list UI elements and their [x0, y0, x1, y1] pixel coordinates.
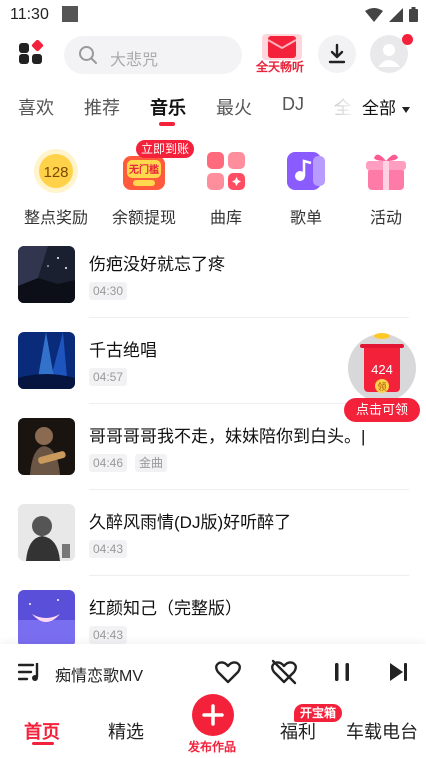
publish-button[interactable] — [192, 694, 234, 736]
top-bar: 大悲咒 全天畅听 — [0, 32, 426, 76]
bottom-nav: 首页 精选 发布作品 福利 开宝箱 车载电台 — [0, 694, 426, 758]
category-tabs: 喜欢 推荐 音乐 最火 DJ 全 全部 — [0, 88, 426, 128]
publish-label[interactable]: 发布作品 — [188, 738, 236, 755]
song-duration: 04:57 — [89, 368, 128, 386]
battery-icon — [409, 7, 418, 22]
all-categories-label: 全部 — [362, 99, 396, 118]
instant-arrival-badge: 立即到账 — [136, 140, 195, 158]
gift-icon — [366, 154, 406, 190]
song-duration: 04:43 — [89, 626, 128, 644]
tab-hottest[interactable]: 最火 — [216, 94, 252, 120]
song-tag: 金曲 — [135, 454, 168, 472]
song-row[interactable]: 哥哥哥哥我不走，妹妹陪你到白头。| 04:46 金曲 — [0, 412, 426, 496]
all-categories-button[interactable]: 全部 — [358, 94, 411, 119]
notification-dot — [402, 34, 413, 45]
quick-action-label: 余额提现 — [111, 210, 176, 227]
tabs-fade — [328, 88, 358, 128]
tab-dj[interactable]: DJ — [282, 94, 304, 115]
song-title: 伤疤没好就忘了疼 — [89, 255, 225, 274]
coin-128-icon: 128 — [34, 149, 78, 193]
promo-label: 全天畅听 — [256, 60, 305, 74]
skip-next-icon[interactable] — [384, 658, 412, 686]
signal-icon — [389, 7, 403, 22]
open-treasure-badge: 开宝箱 — [294, 704, 343, 722]
mini-player[interactable]: 痴情恋歌MV — [0, 644, 426, 700]
search-placeholder: 大悲咒 — [110, 52, 159, 69]
song-title: 红颜知己（完整版） — [89, 599, 242, 618]
download-icon — [328, 43, 346, 64]
status-bar: 11:30 — [0, 0, 426, 30]
song-row[interactable]: 久醉风雨情(DJ版)好听醉了 04:43 — [0, 498, 426, 582]
red-packet-coin-label: 领 — [377, 381, 386, 392]
plus-icon — [202, 704, 224, 726]
nav-active-indicator — [32, 742, 54, 745]
row-divider — [89, 317, 409, 318]
search-icon — [79, 46, 97, 64]
claim-button[interactable]: 点击可领 — [344, 398, 420, 422]
tab-likes[interactable]: 喜欢 — [18, 94, 54, 120]
coin-amount: 128 — [43, 164, 68, 181]
notification-icon — [62, 6, 78, 22]
caret-down-icon — [401, 107, 410, 113]
now-playing-title: 痴情恋歌MV — [55, 668, 144, 685]
status-time: 11:30 — [10, 6, 49, 23]
nav-home[interactable]: 首页 — [24, 718, 60, 744]
red-envelope-icon — [262, 34, 302, 60]
all-day-listen-promo[interactable]: 全天畅听 — [254, 32, 310, 76]
row-divider — [89, 489, 409, 490]
tab-recommend[interactable]: 推荐 — [84, 94, 120, 120]
row-divider — [89, 575, 409, 576]
wifi-icon — [365, 7, 383, 22]
song-row[interactable]: 伤疤没好就忘了疼 04:30 — [0, 240, 426, 324]
song-duration: 04:46 — [89, 454, 128, 472]
active-tab-indicator — [159, 122, 175, 126]
quick-action-label: 整点奖励 — [23, 210, 88, 227]
heart-icon[interactable] — [214, 658, 242, 686]
quick-action-label: 曲库 — [209, 210, 242, 227]
red-packet-amount: 424 — [371, 362, 393, 377]
song-cover — [18, 332, 75, 389]
song-duration: 04:30 — [89, 282, 128, 300]
song-cover — [18, 418, 75, 475]
withdraw-icon-text: 无门槛 — [128, 163, 159, 176]
tab-music[interactable]: 音乐 — [150, 94, 186, 120]
song-cover — [18, 590, 75, 647]
floating-red-packet[interactable]: 424 领 点击可领 — [344, 330, 422, 422]
song-cover — [18, 504, 75, 561]
app-logo-icon[interactable] — [18, 40, 44, 66]
quick-action-label: 歌单 — [289, 210, 322, 227]
red-packet-icon: 424 领 — [348, 333, 416, 402]
song-title: 久醉风雨情(DJ版)好听醉了 — [89, 513, 292, 532]
playlist-icon — [287, 152, 325, 190]
song-title: 千古绝唱 — [89, 341, 157, 360]
playlist-queue-icon[interactable] — [18, 661, 42, 683]
quick-actions: 128 整点奖励 无门槛 余额提现 立即到账 曲库 歌单 活动 — [0, 140, 426, 230]
nav-featured[interactable]: 精选 — [108, 718, 144, 744]
status-indicators — [365, 7, 418, 22]
song-cover — [18, 246, 75, 303]
library-grid-icon — [207, 152, 245, 190]
nav-car-radio[interactable]: 车载电台 — [346, 718, 418, 744]
song-duration: 04:43 — [89, 540, 128, 558]
download-button[interactable] — [318, 35, 356, 73]
song-title: 哥哥哥哥我不走，妹妹陪你到白头。| — [89, 427, 366, 446]
quick-action-label: 活动 — [369, 210, 402, 227]
pause-icon[interactable] — [328, 658, 356, 686]
dislike-heart-icon[interactable] — [270, 658, 298, 686]
search-input[interactable]: 大悲咒 — [64, 36, 242, 74]
